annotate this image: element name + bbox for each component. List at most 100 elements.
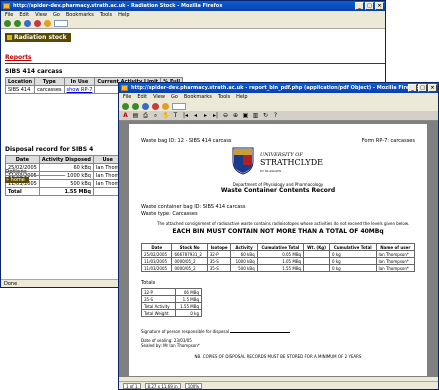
menu-view[interactable]: View xyxy=(153,93,165,101)
col-header: Wt. (Kg) xyxy=(303,243,331,251)
address-input[interactable] xyxy=(172,102,186,110)
help-icon[interactable]: ? xyxy=(272,112,279,119)
totals-heading: Totals xyxy=(141,280,156,286)
menu-file[interactable]: File xyxy=(5,11,13,19)
cell: 0 kg xyxy=(329,257,377,265)
table-row: 11/03/2005 0000/05_2 35-S 500 kBq 1.55 M… xyxy=(140,264,416,272)
front-titlebar[interactable]: http://spider-dev.pharmacy.strath.ac.uk … xyxy=(119,83,438,93)
container-id: Waste container bag ID: SIBS 414 carcass xyxy=(141,204,246,210)
zoom-out-icon[interactable]: ⊖ xyxy=(222,112,229,119)
col-header: Activity Disposed xyxy=(38,155,94,164)
total-label: Total xyxy=(5,187,40,196)
col-header: Cumulative Total xyxy=(329,243,377,251)
cell xyxy=(303,264,331,272)
cell: 25/02/2005 xyxy=(140,250,173,258)
minimize-button[interactable]: _ xyxy=(355,2,364,10)
divider xyxy=(5,63,385,64)
home-button-label: home xyxy=(10,177,25,183)
cell: 06 MBq xyxy=(175,288,202,296)
back-titlebar[interactable]: http://spider-dev.pharmacy.strath.ac.uk … xyxy=(1,1,385,11)
waste-type: Waste type: Carcasses xyxy=(141,211,198,217)
reports-link[interactable]: Reports xyxy=(5,54,381,61)
back-arrow-icon[interactable] xyxy=(122,102,129,110)
select-text-icon[interactable]: T xyxy=(172,112,179,119)
pdf-viewer: Waste bag ID: 12 - SIBS 414 carcass Form… xyxy=(119,121,438,377)
menu-bookmarks[interactable]: Bookmarks xyxy=(184,93,212,101)
reload-icon[interactable] xyxy=(142,102,149,110)
minimize-button[interactable]: _ xyxy=(408,84,417,92)
cell: 11/03/2005 xyxy=(140,264,173,272)
forward-arrow-icon[interactable] xyxy=(132,102,139,110)
retention-note: NB. COPIES OF DISPOSAL RECORDS MUST BE S… xyxy=(194,354,362,359)
univ-line3: IN GLASGOW xyxy=(260,169,282,173)
form-label: Form RP-7: carcasses xyxy=(361,138,415,144)
forward-arrow-icon[interactable] xyxy=(14,20,21,27)
banner-text: Radiation stock xyxy=(14,34,67,41)
next-page-icon[interactable]: ▸ xyxy=(202,112,209,119)
save-icon[interactable]: ▤ xyxy=(132,112,139,119)
cell: 1.5 MBq xyxy=(175,295,202,303)
zoom-level[interactable]: 100% xyxy=(184,383,203,389)
menu-help[interactable]: Help xyxy=(236,93,247,101)
home-icon[interactable] xyxy=(44,20,51,27)
col-header: Date xyxy=(140,243,173,251)
university-name: UNIVERSITY OF STRATHCLYDE IN GLASGOW xyxy=(260,151,323,175)
university-crest: UNIVERSITY OF STRATHCLYDE IN GLASGOW xyxy=(218,146,338,180)
menu-tools[interactable]: Tools xyxy=(218,93,230,101)
menu-tools[interactable]: Tools xyxy=(100,11,112,19)
last-page-icon[interactable]: ▸| xyxy=(212,112,219,119)
pdf-page: Waste bag ID: 12 - SIBS 414 carcass Form… xyxy=(129,124,427,376)
fit-width-icon[interactable]: ▥ xyxy=(252,112,259,119)
cell: Total Activity xyxy=(141,302,176,310)
status-text: Done xyxy=(4,281,18,287)
radiation-stock-banner: Radiation stock xyxy=(5,33,71,42)
close-button[interactable]: × xyxy=(375,2,384,10)
show-form-link[interactable]: show RP-7 xyxy=(63,85,96,94)
back-toolbar xyxy=(1,19,385,29)
maximize-button[interactable]: □ xyxy=(365,2,374,10)
front-toolbar xyxy=(119,101,438,111)
home-button[interactable]: » home xyxy=(5,177,29,183)
cell xyxy=(303,250,331,258)
pdf-toolbar: A ▤ ⎙ ⌕ ✋ T |◂ ◂ ▸ ▸| ⊖ ⊕ ▣ ▥ ↻ ? xyxy=(119,111,438,121)
menu-go[interactable]: Go xyxy=(171,93,178,101)
menu-file[interactable]: File xyxy=(123,93,131,101)
cell: 11/03/2005 xyxy=(140,257,173,265)
cell: 0000/05_2 xyxy=(171,264,208,272)
stop-icon[interactable] xyxy=(34,20,41,27)
cell: carcasses xyxy=(34,85,65,94)
col-header: Date xyxy=(5,155,40,164)
rotate-icon[interactable]: ↻ xyxy=(262,112,269,119)
hand-tool-icon[interactable]: ✋ xyxy=(162,112,169,119)
home-icon[interactable] xyxy=(162,102,169,110)
menu-go[interactable]: Go xyxy=(53,11,60,19)
total-row: Total 1.55 MBq xyxy=(5,187,123,196)
back-menubar: File Edit View Go Bookmarks Tools Help xyxy=(1,11,385,19)
record-title: Waste Container Contents Record xyxy=(220,187,336,194)
menu-help[interactable]: Help xyxy=(118,11,129,19)
menu-edit[interactable]: Edit xyxy=(19,11,29,19)
search-icon[interactable]: ⌕ xyxy=(152,112,159,120)
col-header: Isotope xyxy=(206,243,232,251)
first-page-icon[interactable]: |◂ xyxy=(182,112,189,119)
stop-icon[interactable] xyxy=(152,102,159,110)
address-input[interactable] xyxy=(54,20,68,27)
back-arrow-icon[interactable] xyxy=(4,20,11,27)
table-row: Total Weight 0 kg xyxy=(141,309,202,317)
close-button[interactable]: × xyxy=(428,84,437,92)
cell: 0 kg xyxy=(329,264,377,272)
options-heading: Options xyxy=(5,169,65,176)
print-icon[interactable]: ⎙ xyxy=(142,112,149,120)
reload-icon[interactable] xyxy=(24,20,31,27)
table-row: 25/02/2005 666787931_2 32-P 60 kBq 0.05 … xyxy=(140,250,416,258)
menu-bookmarks[interactable]: Bookmarks xyxy=(66,11,94,19)
menu-edit[interactable]: Edit xyxy=(137,93,147,101)
prev-page-icon[interactable]: ◂ xyxy=(192,112,199,119)
fit-page-icon[interactable]: ▣ xyxy=(242,112,249,119)
zoom-in-icon[interactable]: ⊕ xyxy=(232,112,239,119)
cell xyxy=(303,257,331,265)
col-header: Name of user xyxy=(375,243,416,251)
col-header: Activity xyxy=(230,243,258,251)
maximize-button[interactable]: □ xyxy=(418,84,427,92)
menu-view[interactable]: View xyxy=(35,11,47,19)
